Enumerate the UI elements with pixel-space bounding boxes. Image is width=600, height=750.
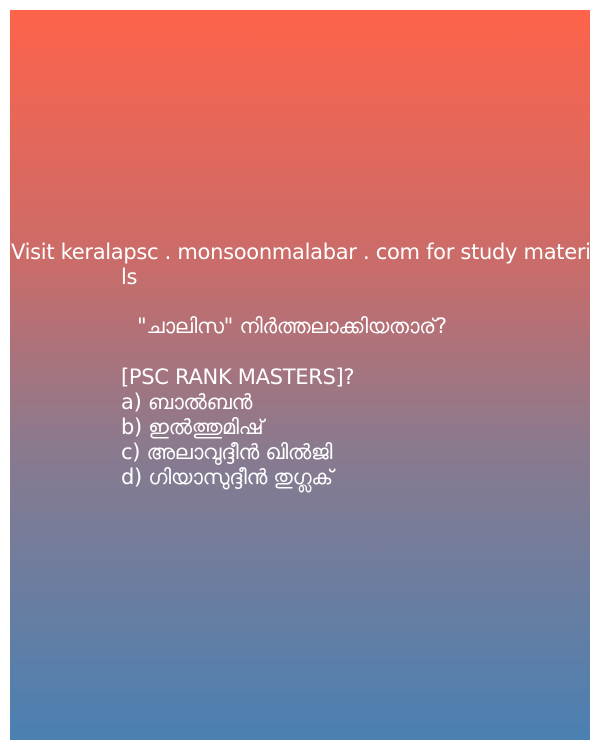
option-a: a) ബാൽബൻ (121, 390, 253, 414)
question-text: "ചാലിസ" നിർത്തലാക്കിയതാര്? (137, 314, 447, 338)
promo-text-line-1: Visit keralapsc . monsoonmalabar . com f… (11, 240, 600, 264)
promo-text-line-2: ls (121, 265, 138, 289)
quiz-card: Visit keralapsc . monsoonmalabar . com f… (10, 10, 600, 740)
option-b: b) ഇൽത്തുമിഷ് (121, 415, 264, 439)
option-c: c) അലാവുദ്ദീൻ ഖിൽജി (121, 440, 333, 464)
option-d: d) ഗിയാസുദ്ദീൻ തുഗ്ലക് (121, 465, 333, 489)
source-label: [PSC RANK MASTERS]? (121, 365, 355, 389)
